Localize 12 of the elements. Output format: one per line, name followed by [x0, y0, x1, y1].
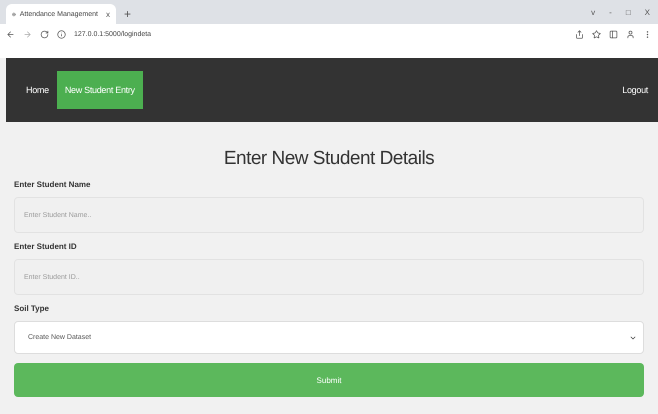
new-tab-button[interactable]: + — [124, 7, 132, 21]
window-control[interactable]: □ — [626, 8, 631, 16]
field-label: Soil Type — [14, 304, 50, 313]
window-control[interactable]: v — [591, 8, 596, 16]
window-control[interactable]: - — [609, 8, 612, 16]
nav-link[interactable]: Home — [18, 85, 57, 95]
field-label: Enter Student Name — [14, 180, 92, 189]
tab-close[interactable]: x — [106, 10, 110, 18]
field-label: Enter Student ID — [14, 242, 78, 251]
window-control[interactable]: X — [644, 8, 650, 16]
form-title: Enter New Student Details — [222, 148, 436, 170]
logout-link[interactable]: Logout — [622, 85, 648, 95]
